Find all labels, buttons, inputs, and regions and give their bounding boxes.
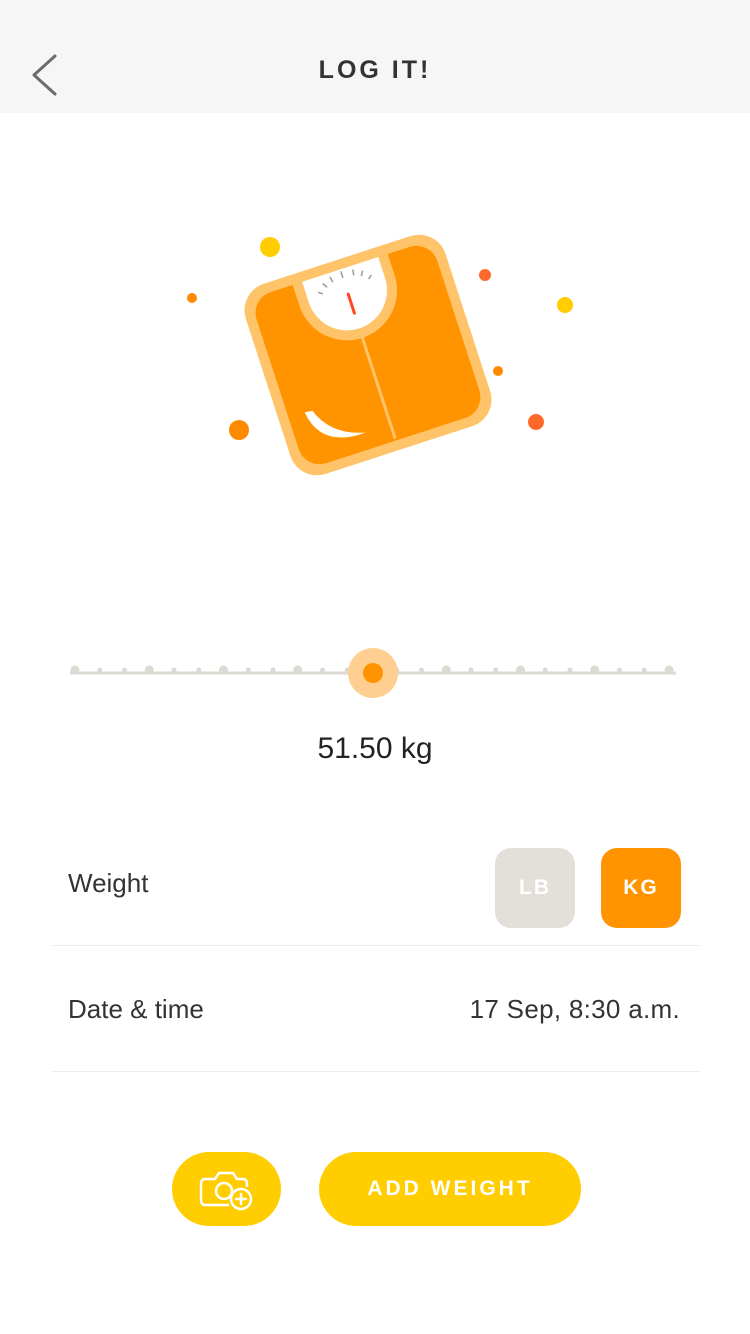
slider-tick bbox=[493, 667, 499, 673]
unit-kg-button[interactable]: KG bbox=[601, 848, 681, 928]
slider-track bbox=[70, 648, 676, 698]
date-time-value[interactable]: 17 Sep, 8:30 a.m. bbox=[470, 994, 680, 1025]
slider-tick bbox=[641, 667, 647, 673]
weight-readout: 51.50 kg bbox=[317, 732, 433, 765]
slider-tick bbox=[97, 667, 103, 673]
slider-tick bbox=[617, 667, 622, 673]
date-time-label: Date & time bbox=[68, 994, 204, 1024]
slider-tick bbox=[70, 665, 80, 675]
slider-tick bbox=[419, 667, 424, 673]
slider-tick bbox=[468, 667, 474, 673]
date-time-row[interactable]: Date & time 17 Sep, 8:30 a.m. bbox=[52, 946, 700, 1072]
weight-label: Weight bbox=[68, 868, 149, 898]
slider-tick bbox=[122, 667, 127, 673]
bathroom-scale-icon bbox=[187, 234, 573, 476]
slider-tick bbox=[590, 665, 600, 675]
slider-tick bbox=[245, 667, 251, 673]
unit-lb-button[interactable]: LB bbox=[495, 848, 575, 928]
slider-tick bbox=[196, 667, 202, 673]
page-title: LOG IT! bbox=[318, 56, 432, 84]
header-bar: LOG IT! bbox=[0, 0, 750, 113]
slider-tick bbox=[270, 667, 276, 673]
slider-tick bbox=[516, 665, 525, 675]
add-photo-button[interactable] bbox=[172, 1152, 281, 1226]
slider-tick bbox=[144, 665, 154, 675]
scale-illustration bbox=[180, 225, 580, 490]
slider-tick bbox=[171, 667, 177, 673]
slider-tick bbox=[441, 665, 451, 675]
add-weight-button[interactable]: ADD WEIGHT bbox=[319, 1152, 581, 1226]
slider-tick bbox=[293, 665, 303, 675]
weight-row: Weight LB KG bbox=[52, 820, 700, 946]
slider-tick bbox=[567, 667, 573, 673]
slider-tick bbox=[320, 667, 325, 673]
slider-tick bbox=[542, 667, 548, 673]
camera-add-icon bbox=[199, 1171, 252, 1211]
slider-tick bbox=[219, 665, 228, 675]
slider-tick bbox=[664, 665, 674, 675]
slider-thumb bbox=[363, 663, 383, 683]
weight-slider[interactable] bbox=[70, 648, 676, 698]
